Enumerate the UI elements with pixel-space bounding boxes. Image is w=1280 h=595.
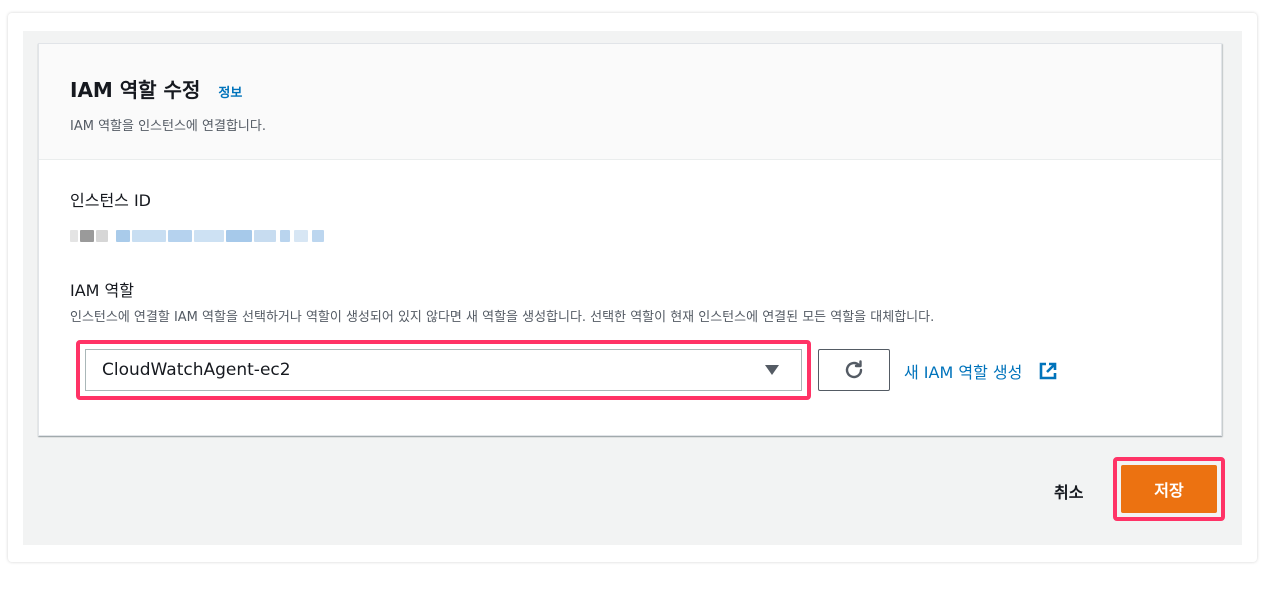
panel-header: IAM 역할 수정 정보 IAM 역할을 인스턴스에 연결합니다. (39, 44, 1221, 160)
instance-id-value-redacted (70, 225, 332, 247)
title-row: IAM 역할 수정 정보 (70, 74, 242, 103)
refresh-button[interactable] (818, 349, 890, 391)
refresh-icon (845, 360, 863, 379)
edit-iam-role-panel: IAM 역할 수정 정보 IAM 역할을 인스턴스에 연결합니다. 인스턴스 I… (38, 43, 1222, 436)
iam-role-selected-value: CloudWatchAgent-ec2 (102, 360, 291, 380)
info-link[interactable]: 정보 (218, 82, 242, 101)
instance-id-label: 인스턴스 ID (70, 191, 152, 210)
cancel-button[interactable]: 취소 (1054, 479, 1083, 503)
page-subtitle: IAM 역할을 인스턴스에 연결합니다. (70, 119, 266, 134)
iam-role-label: IAM 역할 (70, 281, 134, 300)
create-new-iam-role-link[interactable]: 새 IAM 역할 생성 (904, 359, 1058, 383)
page-title: IAM 역할 수정 (70, 78, 201, 102)
external-link-icon (1038, 361, 1058, 381)
save-button[interactable]: 저장 (1121, 465, 1217, 513)
create-new-iam-role-label: 새 IAM 역할 생성 (904, 363, 1023, 382)
caret-down-icon (765, 365, 779, 375)
iam-role-description: 인스턴스에 연결할 IAM 역할을 선택하거나 역할이 생성되어 있지 않다면 … (70, 310, 935, 325)
iam-role-select[interactable]: CloudWatchAgent-ec2 (85, 349, 802, 391)
